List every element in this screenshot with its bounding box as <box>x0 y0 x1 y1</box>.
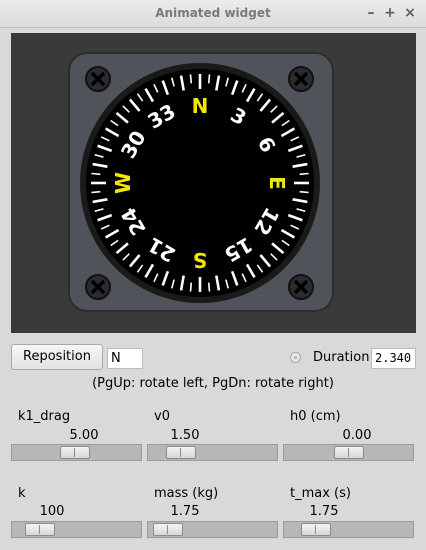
dial-tick <box>299 190 309 194</box>
dial-tick <box>189 282 193 292</box>
slider-label: k <box>18 486 26 501</box>
screw-icon <box>288 66 314 92</box>
slider-label: t_max (s) <box>290 486 351 501</box>
dial-tick <box>189 74 193 84</box>
maximize-button[interactable]: + <box>382 5 398 21</box>
slider-track[interactable] <box>11 444 142 461</box>
slider-track[interactable] <box>147 444 278 461</box>
slider-thumb[interactable] <box>60 446 90 459</box>
cardinal-label: S <box>193 248 207 272</box>
slider-label: h0 (cm) <box>290 409 341 424</box>
slider-value: 1.75 <box>309 504 339 519</box>
slider-track[interactable] <box>11 521 142 538</box>
slider-value: 1.50 <box>170 428 200 443</box>
cardinal-label: E <box>265 176 289 190</box>
duration-label: Duration <box>313 350 370 365</box>
screw-icon <box>85 66 111 92</box>
slider-thumb[interactable] <box>334 446 364 459</box>
minimize-button[interactable]: – <box>363 5 379 21</box>
compass-canvas[interactable]: N E S W 3 6 12 15 21 24 30 33 <box>11 33 416 333</box>
dial-tick <box>299 172 309 176</box>
title-bar: Animated widget – + × <box>0 0 426 28</box>
slider-value: 0.00 <box>342 428 372 443</box>
dial-tick <box>91 190 101 194</box>
dial-tick <box>91 172 101 176</box>
slider-value: 100 <box>39 504 65 519</box>
screw-icon <box>288 274 314 300</box>
slider-label: v0 <box>154 409 170 424</box>
duration-entry[interactable]: 2.340 <box>371 348 416 369</box>
compass-widget: NESW36121521243033 <box>68 52 334 312</box>
screw-icon <box>85 274 111 300</box>
key-hint: (PgUp: rotate left, PgDn: rotate right) <box>92 376 334 391</box>
slider-label: k1_drag <box>18 409 71 424</box>
reposition-button[interactable]: Reposition <box>11 344 103 370</box>
dial-tick <box>207 282 211 292</box>
slider-thumb[interactable] <box>301 523 331 536</box>
cardinal-label: W <box>111 172 135 194</box>
dial-tick <box>207 74 211 84</box>
slider-thumb[interactable] <box>153 523 183 536</box>
slider-thumb[interactable] <box>25 523 55 536</box>
duration-radio[interactable] <box>290 352 301 363</box>
slider-value: 1.75 <box>170 504 200 519</box>
slider-track[interactable] <box>283 521 414 538</box>
direction-entry[interactable]: N <box>107 348 143 369</box>
slider-track[interactable] <box>147 521 278 538</box>
slider-track[interactable] <box>283 444 414 461</box>
close-button[interactable]: × <box>402 5 418 21</box>
slider-label: mass (kg) <box>154 486 219 501</box>
cardinal-label: N <box>192 94 209 118</box>
slider-value: 5.00 <box>69 428 99 443</box>
slider-thumb[interactable] <box>166 446 196 459</box>
